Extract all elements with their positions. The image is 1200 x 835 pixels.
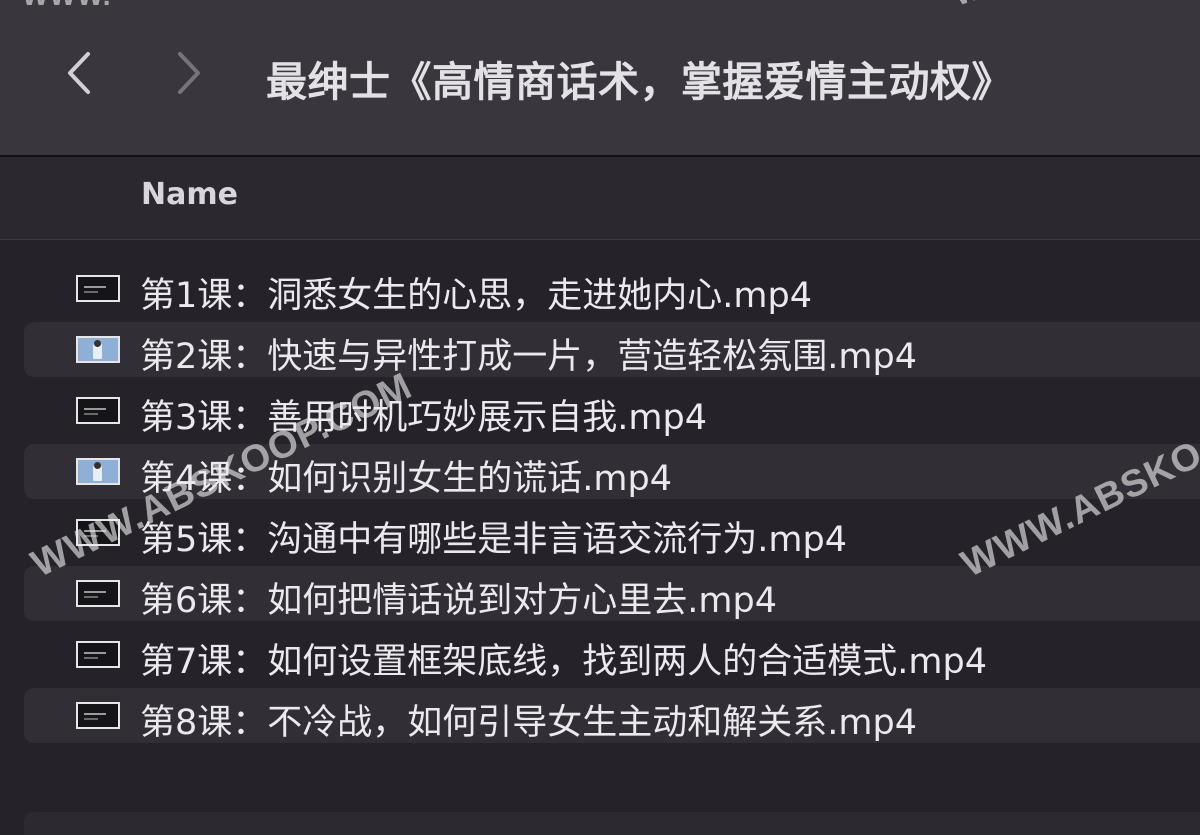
back-button[interactable] bbox=[60, 50, 100, 96]
file-name: 第7课：如何设置框架底线，找到两人的合适模式.mp4 bbox=[140, 642, 987, 682]
file-row[interactable]: 第4课：如何识别女生的谎话.mp4 bbox=[0, 441, 1200, 502]
video-thumbnail-icon bbox=[76, 580, 120, 607]
file-name: 第8课：不冷战，如何引导女生主动和解关系.mp4 bbox=[140, 703, 917, 743]
file-row[interactable]: 第1课：洞悉女生的心思，走进她内心.mp4 bbox=[0, 258, 1200, 319]
file-row[interactable]: 第3课：善用时机巧妙展示自我.mp4 bbox=[0, 380, 1200, 441]
name-column-header[interactable]: Name bbox=[141, 177, 238, 212]
file-name: 第1课：洞悉女生的心思，走进她内心.mp4 bbox=[140, 276, 812, 316]
forward-button[interactable] bbox=[168, 50, 208, 96]
chevron-left-icon bbox=[68, 52, 90, 94]
video-thumbnail-icon bbox=[76, 519, 120, 546]
video-thumbnail-icon bbox=[76, 641, 120, 668]
file-name: 第6课：如何把情话说到对方心里去.mp4 bbox=[140, 581, 777, 621]
column-header: Name bbox=[0, 157, 1200, 240]
chevron-right-icon bbox=[178, 52, 200, 94]
finder-window: 最绅士《高情商话术，掌握爱情主动权》 Name 第1课：洞悉女生的心思，走进她内… bbox=[0, 0, 1200, 835]
file-row[interactable]: 第7课：如何设置框架底线，找到两人的合适模式.mp4 bbox=[0, 624, 1200, 685]
file-list: 第1课：洞悉女生的心思，走进她内心.mp4 第2课：快速与异性打成一片，营造轻松… bbox=[0, 258, 1200, 746]
video-thumbnail-icon bbox=[76, 336, 120, 363]
file-row[interactable]: 第2课：快速与异性打成一片，营造轻松氛围.mp4 bbox=[0, 319, 1200, 380]
video-thumbnail-icon bbox=[76, 702, 120, 729]
file-name: 第3课：善用时机巧妙展示自我.mp4 bbox=[140, 398, 707, 438]
empty-row bbox=[24, 812, 1200, 835]
video-thumbnail-icon bbox=[76, 458, 120, 485]
file-name: 第5课：沟通中有哪些是非言语交流行为.mp4 bbox=[140, 520, 847, 560]
file-name: 第2课：快速与异性打成一片，营造轻松氛围.mp4 bbox=[140, 337, 917, 377]
video-thumbnail-icon bbox=[76, 397, 120, 424]
video-thumbnail-icon bbox=[76, 275, 120, 302]
file-name: 第4课：如何识别女生的谎话.mp4 bbox=[140, 459, 672, 499]
toolbar: 最绅士《高情商话术，掌握爱情主动权》 bbox=[0, 0, 1200, 157]
file-row[interactable]: 第5课：沟通中有哪些是非言语交流行为.mp4 bbox=[0, 502, 1200, 563]
file-row[interactable]: 第8课：不冷战，如何引导女生主动和解关系.mp4 bbox=[0, 685, 1200, 746]
file-row[interactable]: 第6课：如何把情话说到对方心里去.mp4 bbox=[0, 563, 1200, 624]
window-title: 最绅士《高情商话术，掌握爱情主动权》 bbox=[266, 58, 1013, 106]
